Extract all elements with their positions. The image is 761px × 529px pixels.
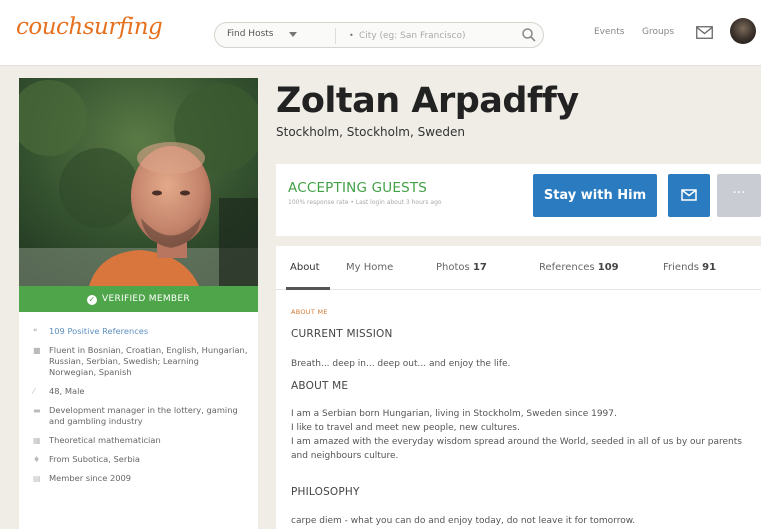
tab-photos[interactable]: Photos 17	[436, 262, 487, 273]
nav-groups-link[interactable]: Groups	[642, 27, 674, 37]
quote-icon: ❝	[33, 327, 38, 336]
fact-member-since: ▤ Member since 2009	[33, 473, 248, 484]
speech-icon: ■	[33, 346, 41, 355]
philosophy-heading: PHILOSOPHY	[291, 486, 360, 498]
fact-text: Member since 2009	[49, 473, 132, 483]
host-status-panel: ACCEPTING GUESTS 100% response rate • La…	[276, 164, 761, 236]
profile-tabs: About My Home Photos 17 References 109 F…	[276, 246, 761, 290]
philosophy-text: carpe diem - what you can do and enjoy t…	[291, 516, 636, 526]
fact-text: 48, Male	[49, 386, 85, 396]
search-bar: Find Hosts •	[214, 22, 544, 48]
fact-text: 109 Positive References	[49, 326, 149, 336]
gender-icon: ⁄	[33, 387, 35, 396]
briefcase-icon: ▬	[33, 406, 41, 415]
about-me-line: I like to travel and meet new people, ne…	[291, 423, 520, 433]
mail-icon	[681, 189, 697, 201]
profile-photo-illustration	[19, 78, 258, 286]
tab-about[interactable]: About	[290, 262, 320, 273]
about-content: ABOUT ME CURRENT MISSION Breath... deep …	[276, 290, 761, 529]
profile-name: Zoltan Arpadffy	[276, 81, 579, 121]
search-divider	[335, 28, 336, 44]
stay-with-him-button[interactable]: Stay with Him	[533, 174, 657, 217]
couchsurfing-logo[interactable]: couchsurfing	[16, 14, 163, 40]
city-search-input[interactable]	[359, 27, 509, 44]
fact-hometown: ♦ From Subotica, Serbia	[33, 454, 248, 465]
more-options-button[interactable]: ···	[717, 174, 761, 217]
profile-location: Stockholm, Stockholm, Sweden	[276, 125, 466, 139]
accepting-guests-status: ACCEPTING GUESTS	[288, 180, 428, 196]
profile-photo[interactable]	[19, 78, 258, 286]
fact-age-gender: ⁄ 48, Male	[33, 386, 248, 397]
member-icon: ▤	[33, 474, 41, 483]
fact-education: ▦ Theoretical mathematician	[33, 435, 248, 446]
about-me-heading: ABOUT ME	[291, 380, 349, 392]
fact-references[interactable]: ❝ 109 Positive References	[33, 326, 248, 337]
verified-label: VERIFIED MEMBER	[102, 294, 190, 304]
fact-text: Fluent in Bosnian, Croatian, English, Hu…	[49, 345, 248, 377]
mission-heading: CURRENT MISSION	[291, 328, 393, 340]
tab-references[interactable]: References 109	[539, 262, 619, 273]
chevron-down-icon[interactable]	[289, 32, 297, 37]
fact-languages: ■ Fluent in Bosnian, Croatian, English, …	[33, 345, 248, 378]
fact-text: From Subotica, Serbia	[49, 454, 140, 464]
fact-text: Theoretical mathematician	[49, 435, 161, 445]
response-rate-text: 100% response rate • Last login about 3 …	[288, 199, 442, 206]
search-icon[interactable]	[521, 27, 537, 43]
nav-events-link[interactable]: Events	[594, 27, 624, 37]
bullet-icon: •	[349, 31, 354, 40]
verified-member-badge: ✓ VERIFIED MEMBER	[19, 286, 258, 312]
mail-icon[interactable]	[696, 26, 713, 39]
check-circle-icon: ✓	[87, 295, 98, 305]
message-button[interactable]	[668, 174, 710, 217]
profile-facts-list: ❝ 109 Positive References ■ Fluent in Bo…	[33, 326, 248, 492]
about-me-line: I am amazed with the everyday wisdom spr…	[291, 437, 742, 461]
find-hosts-dropdown[interactable]: Find Hosts	[227, 29, 273, 39]
profile-sidebar: ✓ VERIFIED MEMBER ❝ 109 Positive Referenc…	[19, 78, 258, 529]
education-icon: ▦	[33, 436, 41, 445]
about-me-line: I am a Serbian born Hungarian, living in…	[291, 409, 617, 419]
top-nav-bar: couchsurfing Find Hosts • Events Groups	[0, 0, 761, 66]
section-label: ABOUT ME	[291, 308, 328, 316]
tab-my-home[interactable]: My Home	[346, 262, 393, 273]
mission-text: Breath... deep in... deep out... and enj…	[291, 359, 511, 369]
fact-occupation: ▬ Development manager in the lottery, ga…	[33, 405, 248, 427]
pin-icon: ♦	[33, 455, 41, 464]
user-avatar[interactable]	[730, 18, 756, 44]
tab-friends[interactable]: Friends 91	[663, 262, 716, 273]
fact-text: Development manager in the lottery, gami…	[49, 405, 238, 426]
